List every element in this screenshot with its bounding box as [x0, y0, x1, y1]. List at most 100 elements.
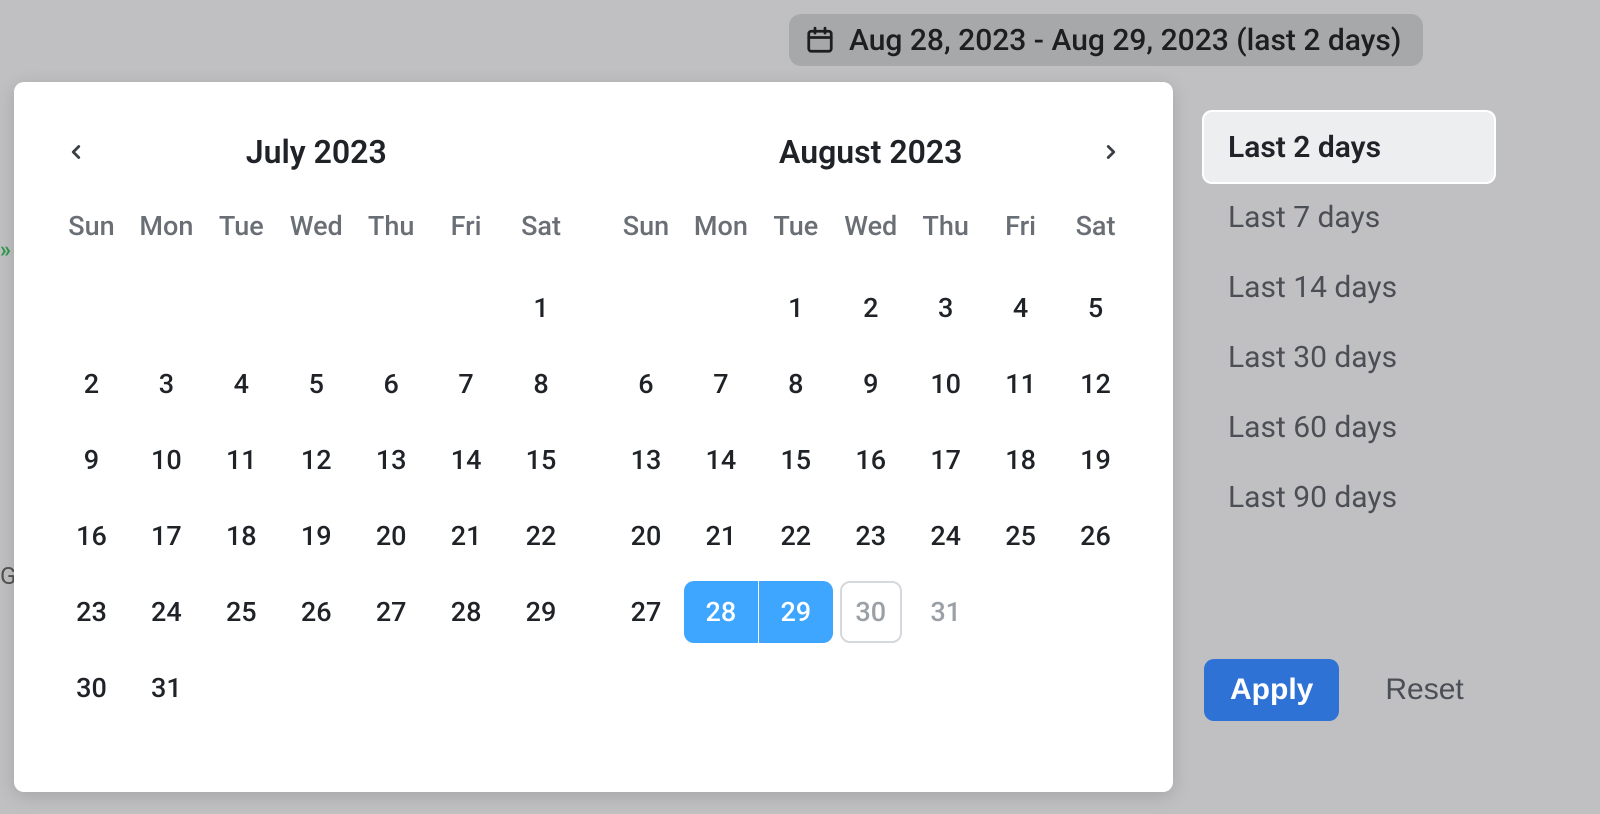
calendar-day[interactable]: 10	[908, 346, 983, 422]
calendar-day[interactable]: 21	[429, 498, 504, 574]
calendar-day[interactable]: 18	[204, 498, 279, 574]
calendar-day[interactable]: 16	[54, 498, 129, 574]
apply-button[interactable]: Apply	[1204, 659, 1339, 721]
calendar-day[interactable]: 7	[683, 346, 758, 422]
preset-option[interactable]: Last 7 days	[1204, 182, 1494, 252]
calendar-day[interactable]: 9	[54, 422, 129, 498]
calendar-blank	[54, 270, 129, 346]
calendar-blank	[354, 270, 429, 346]
weekday-header: Mon	[683, 210, 758, 270]
calendar-blank	[429, 270, 504, 346]
calendar-day[interactable]: 8	[504, 346, 579, 422]
calendar-day[interactable]: 2	[54, 346, 129, 422]
calendar-day[interactable]: 4	[983, 270, 1058, 346]
next-month-button[interactable]	[1089, 130, 1133, 174]
preset-option[interactable]: Last 90 days	[1204, 462, 1494, 532]
calendar-day[interactable]: 22	[504, 498, 579, 574]
calendar-blank	[279, 270, 354, 346]
calendar-day[interactable]: 28	[683, 574, 758, 650]
calendar-day[interactable]: 15	[758, 422, 833, 498]
calendar-day[interactable]: 29	[758, 574, 833, 650]
calendar-day[interactable]: 20	[354, 498, 429, 574]
calendar-day[interactable]: 1	[758, 270, 833, 346]
calendar-day[interactable]: 19	[279, 498, 354, 574]
preset-list: Last 2 daysLast 7 daysLast 14 daysLast 3…	[1204, 112, 1494, 532]
calendar-day[interactable]: 24	[908, 498, 983, 574]
weekday-header: Tue	[204, 210, 279, 270]
date-range-trigger[interactable]: Aug 28, 2023 - Aug 29, 2023 (last 2 days…	[789, 14, 1423, 66]
calendar-day[interactable]: 23	[54, 574, 129, 650]
calendar-day[interactable]: 17	[908, 422, 983, 498]
calendar-day[interactable]: 30	[54, 650, 129, 726]
weekday-header: Thu	[908, 210, 983, 270]
calendar-day[interactable]: 18	[983, 422, 1058, 498]
calendar-day[interactable]: 3	[129, 346, 204, 422]
calendar-day: 31	[908, 574, 983, 650]
month-title-left: July 2023	[246, 133, 387, 171]
weekday-header: Fri	[429, 210, 504, 270]
calendar-day[interactable]: 6	[609, 346, 684, 422]
calendar-day[interactable]: 1	[504, 270, 579, 346]
calendar-day[interactable]: 21	[683, 498, 758, 574]
calendar-day[interactable]: 20	[609, 498, 684, 574]
weekday-header: Mon	[129, 210, 204, 270]
calendar-day[interactable]: 11	[983, 346, 1058, 422]
calendar-day[interactable]: 12	[279, 422, 354, 498]
calendar-day[interactable]: 6	[354, 346, 429, 422]
calendar-day[interactable]: 27	[609, 574, 684, 650]
calendar-day[interactable]: 15	[504, 422, 579, 498]
calendar-day[interactable]: 25	[204, 574, 279, 650]
calendar-blank	[129, 270, 204, 346]
calendar-day[interactable]: 14	[429, 422, 504, 498]
calendar-day[interactable]: 10	[129, 422, 204, 498]
month-title-right: August 2023	[779, 133, 962, 171]
calendar-grid-right: SunMonTueWedThuFriSat1234567891011121314…	[609, 210, 1134, 650]
calendar-day[interactable]: 24	[129, 574, 204, 650]
calendar-day[interactable]: 2	[833, 270, 908, 346]
reset-button[interactable]: Reset	[1379, 672, 1469, 708]
calendar-day[interactable]: 25	[983, 498, 1058, 574]
calendar-day[interactable]: 19	[1058, 422, 1133, 498]
calendar-day[interactable]: 7	[429, 346, 504, 422]
preset-option[interactable]: Last 2 days	[1204, 112, 1494, 182]
calendar-day[interactable]: 31	[129, 650, 204, 726]
date-range-label: Aug 28, 2023 - Aug 29, 2023 (last 2 days…	[849, 23, 1401, 58]
calendar-day[interactable]: 11	[204, 422, 279, 498]
month-right: August 2023 SunMonTueWedThuFriSat1234567…	[609, 128, 1134, 792]
weekday-header: Sun	[54, 210, 129, 270]
calendar-day[interactable]: 13	[354, 422, 429, 498]
prev-month-button[interactable]	[54, 130, 98, 174]
preset-option[interactable]: Last 14 days	[1204, 252, 1494, 322]
calendar-day[interactable]: 17	[129, 498, 204, 574]
calendar-day[interactable]: 26	[1058, 498, 1133, 574]
calendar-blank	[683, 270, 758, 346]
month-left: July 2023 SunMonTueWedThuFriSat123456789…	[54, 128, 579, 792]
calendar-day[interactable]: 14	[683, 422, 758, 498]
calendar-day[interactable]: 8	[758, 346, 833, 422]
calendar-day[interactable]: 5	[279, 346, 354, 422]
calendar-grid-left: SunMonTueWedThuFriSat1234567891011121314…	[54, 210, 579, 726]
calendar-day[interactable]: 27	[354, 574, 429, 650]
calendar-day[interactable]: 5	[1058, 270, 1133, 346]
calendar-day[interactable]: 4	[204, 346, 279, 422]
calendar-day[interactable]: 26	[279, 574, 354, 650]
preset-option[interactable]: Last 30 days	[1204, 322, 1494, 392]
calendar-day[interactable]: 22	[758, 498, 833, 574]
weekday-header: Thu	[354, 210, 429, 270]
weekday-header: Wed	[833, 210, 908, 270]
calendar-icon	[805, 25, 835, 55]
calendar-day[interactable]: 12	[1058, 346, 1133, 422]
calendar-day[interactable]: 23	[833, 498, 908, 574]
calendar-day[interactable]: 29	[504, 574, 579, 650]
calendar-day[interactable]: 9	[833, 346, 908, 422]
weekday-header: Sat	[504, 210, 579, 270]
calendar-blank	[609, 270, 684, 346]
calendar-day: 30	[833, 574, 908, 650]
weekday-header: Sat	[1058, 210, 1133, 270]
calendar-day[interactable]: 28	[429, 574, 504, 650]
calendar-blank	[204, 270, 279, 346]
calendar-day[interactable]: 13	[609, 422, 684, 498]
calendar-day[interactable]: 3	[908, 270, 983, 346]
preset-option[interactable]: Last 60 days	[1204, 392, 1494, 462]
calendar-day[interactable]: 16	[833, 422, 908, 498]
